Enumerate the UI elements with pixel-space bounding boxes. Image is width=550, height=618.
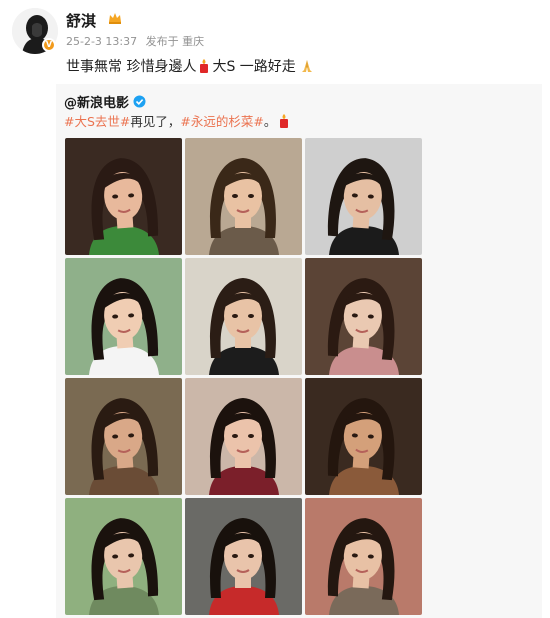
portrait-image	[185, 498, 302, 615]
portrait-image	[65, 138, 182, 255]
portrait-image	[65, 258, 182, 375]
portrait-image	[65, 378, 182, 495]
repost-text: #大S去世# 再见了， #永远的杉菜# 。	[64, 111, 292, 130]
verified-icon	[133, 95, 146, 108]
verified-badge-icon: V	[42, 38, 56, 52]
portrait-image	[305, 498, 422, 615]
post-text-part1: 世事無常 珍惜身邊人	[66, 59, 197, 75]
crown-icon	[109, 13, 121, 24]
hashtag-link[interactable]: #大S去世#	[64, 111, 130, 130]
photo-thumbnail[interactable]	[65, 498, 182, 615]
portrait-image	[305, 138, 422, 255]
post-source: 发布于 重庆	[145, 35, 205, 48]
portrait-image	[65, 498, 182, 615]
candle-icon	[200, 59, 209, 73]
repost-text-end: 。	[263, 114, 277, 129]
pray-icon	[301, 60, 312, 72]
photo-thumbnail[interactable]	[305, 258, 422, 375]
repost-author: @新浪电影	[64, 92, 146, 111]
photo-thumbnail[interactable]	[65, 258, 182, 375]
post-meta: 25-2-3 13:37 发布于 重庆	[66, 33, 209, 49]
post-text: 世事無常 珍惜身邊人 大S 一路好走	[66, 56, 315, 76]
post-date[interactable]: 25-2-3 13:37	[66, 35, 137, 48]
photo-grid	[65, 138, 422, 615]
repost-text-middle: 再见了，	[130, 114, 181, 129]
hashtag-link[interactable]: #永远的杉菜#	[180, 111, 263, 130]
photo-thumbnail[interactable]	[185, 258, 302, 375]
username[interactable]: 舒淇	[66, 10, 96, 31]
repost-author-name[interactable]: @新浪电影	[64, 92, 129, 111]
post-text-part2: 大S 一路好走	[212, 59, 296, 75]
photo-thumbnail[interactable]	[305, 138, 422, 255]
photo-thumbnail[interactable]	[65, 138, 182, 255]
portrait-image	[185, 378, 302, 495]
portrait-image	[305, 258, 422, 375]
photo-thumbnail[interactable]	[305, 378, 422, 495]
candle-icon	[280, 113, 289, 128]
photo-thumbnail[interactable]	[185, 498, 302, 615]
photo-thumbnail[interactable]	[305, 498, 422, 615]
portrait-image	[305, 378, 422, 495]
repost-card[interactable]: @新浪电影 #大S去世# 再见了， #永远的杉菜# 。	[56, 84, 542, 618]
portrait-image	[185, 138, 302, 255]
photo-thumbnail[interactable]	[65, 378, 182, 495]
portrait-image	[185, 258, 302, 375]
photo-thumbnail[interactable]	[185, 378, 302, 495]
photo-thumbnail[interactable]	[185, 138, 302, 255]
